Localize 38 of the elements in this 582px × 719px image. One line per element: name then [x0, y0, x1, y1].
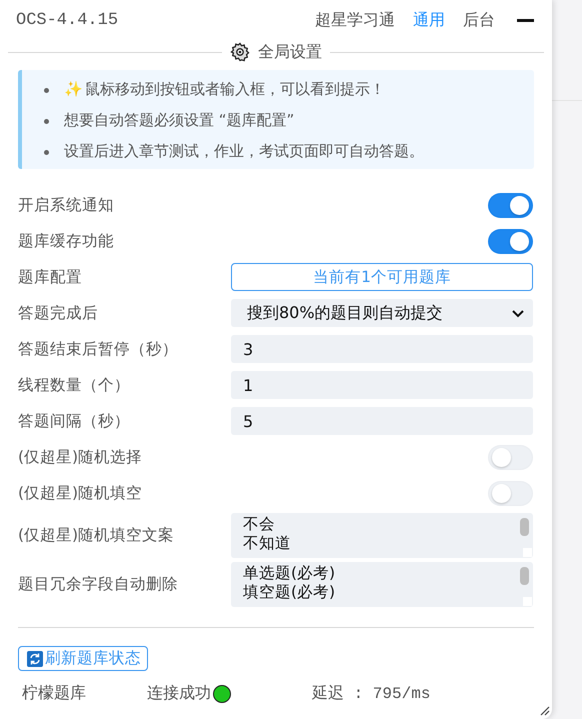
tip-text: 鼠标移动到按钮或者输入框，可以看到提示！: [85, 79, 385, 100]
refresh-icon: [27, 650, 43, 666]
setting-label: (仅超星)随机填空: [18, 482, 144, 504]
sparkle-icon: ✨: [64, 74, 83, 105]
nav-tab[interactable]: 后台: [463, 10, 495, 30]
text-area[interactable]: 不会 不知道: [231, 513, 533, 558]
setting-label: 开启系统通知: [18, 194, 115, 216]
status-dot: [213, 684, 231, 702]
setting-label: (仅超星)随机填空文案: [18, 525, 176, 546]
setting-label: 题库配置: [18, 266, 83, 288]
latency-text: 延迟 : 795/ms: [312, 684, 430, 704]
nav-tab[interactable]: 超星学习通: [315, 10, 395, 30]
toggle-switch[interactable]: [488, 480, 533, 506]
input-field[interactable]: 3: [231, 335, 533, 363]
chevron-down-icon: [511, 308, 525, 318]
bank-name: 柠檬题库: [21, 683, 87, 704]
setting-label: (仅超星)随机选择: [18, 446, 144, 468]
gear-icon: [230, 42, 250, 62]
toggle-switch[interactable]: [488, 192, 533, 218]
input-field[interactable]: 5: [231, 407, 533, 435]
text-area[interactable]: 单选题(必考) 填空题(必考): [231, 562, 533, 607]
tip-text: 设置后进入章节测试，作业，考试页面即可自动答题。: [64, 141, 424, 162]
resize-grip-icon[interactable]: [538, 704, 550, 716]
section-title: 全局设置: [258, 42, 322, 62]
select-field[interactable]: 搜到80%的题目则自动提交: [231, 299, 533, 327]
toggle-switch[interactable]: [488, 444, 533, 470]
setting-label: 线程数量（个）: [18, 374, 131, 396]
setting-label: 题库缓存功能: [18, 230, 115, 252]
setting-label: 题目冗余字段自动删除: [18, 574, 179, 595]
input-field[interactable]: 1: [231, 371, 533, 399]
setting-label: 答题完成后: [18, 302, 99, 324]
toggle-switch[interactable]: [488, 228, 533, 254]
status-text: 连接成功: [147, 683, 211, 704]
setting-label: 答题间隔（秒）: [18, 410, 131, 432]
tip-text: 想要自动答题必须设置 “题库配置”: [64, 110, 294, 131]
setting-label: 答题结束后暂停（秒）: [18, 338, 179, 360]
minimize-icon[interactable]: [517, 18, 534, 22]
app-title: OCS-4.4.15: [16, 10, 120, 30]
